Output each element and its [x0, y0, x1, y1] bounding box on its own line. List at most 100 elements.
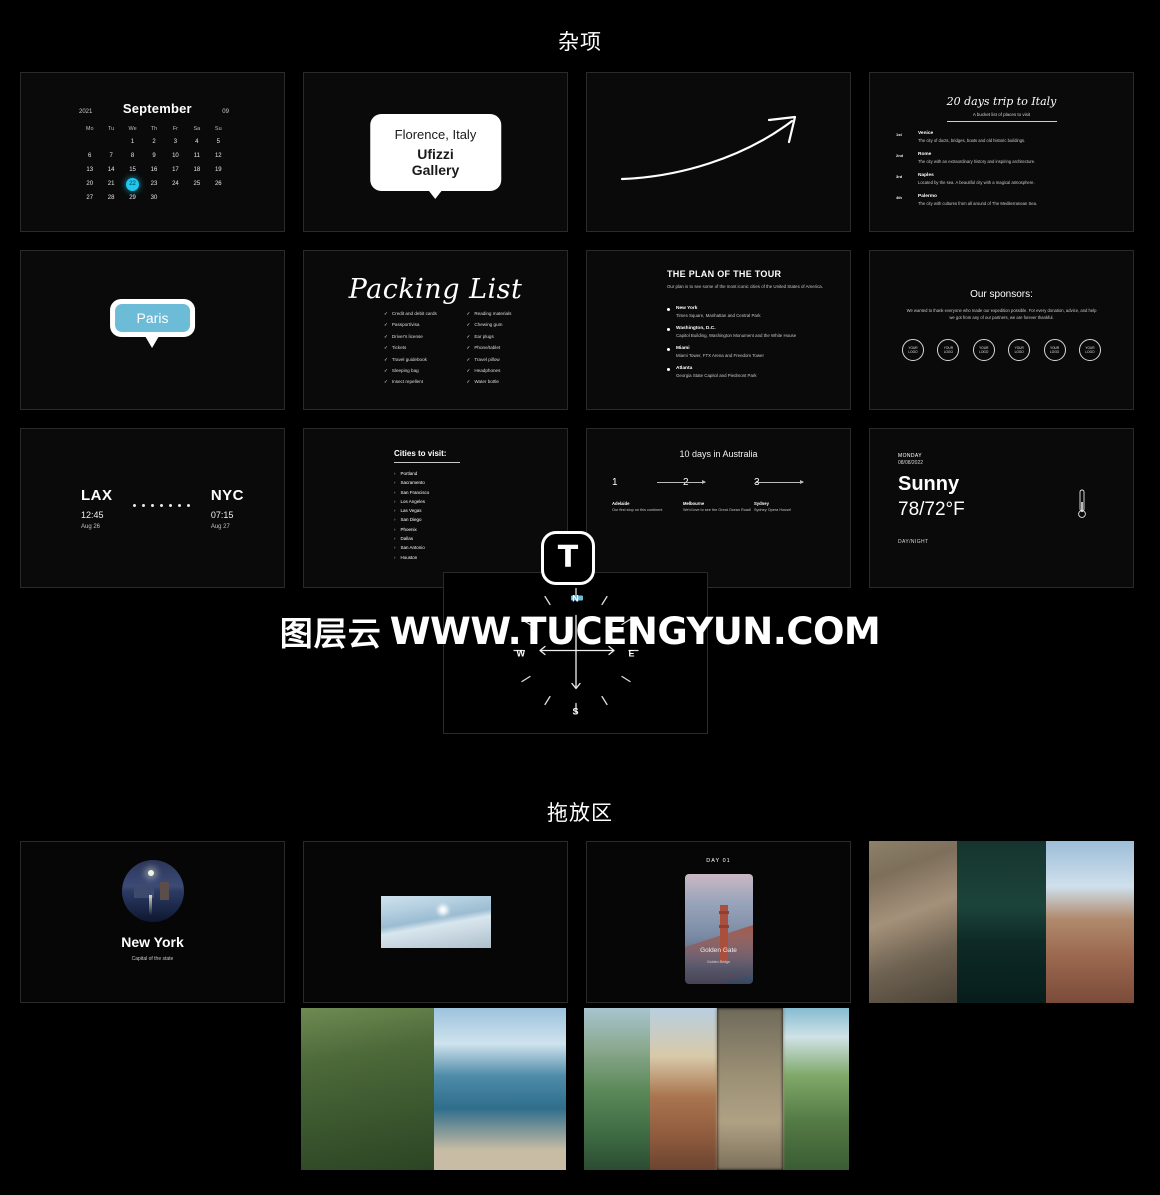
flight-path-dots — [133, 487, 191, 507]
calendar-day[interactable]: 15 — [122, 164, 143, 177]
italy-desc: Located by the sea. A beautiful city wit… — [918, 180, 1035, 185]
packing-item-label: Ear plugs — [474, 333, 494, 339]
tour-plan-city: Washington, D.C. — [676, 325, 716, 331]
packing-list-card[interactable]: Packing List ✓ Credit and debit cards ✓ Pas… — [303, 250, 568, 410]
calendar-day[interactable]: 21 — [100, 178, 121, 191]
calendar-day[interactable]: 1 — [122, 136, 143, 149]
watermark-cn-text: 图层云 — [279, 615, 382, 652]
calendar-day[interactable]: 28 — [100, 192, 121, 205]
bullet-icon: › — [394, 545, 396, 551]
sponsor-logo-label: LOGO — [1014, 350, 1024, 354]
cities-title: Cities to visit: — [394, 449, 447, 458]
calendar-day[interactable]: 29 — [122, 192, 143, 205]
italy-itinerary-card[interactable]: 20 days trip to Italy A bucket list of p… — [869, 72, 1134, 232]
calendar-card[interactable]: 2021 September 09 Mo Tu We Th Fr Sa Su 1234567… — [20, 72, 285, 232]
calendar-day[interactable]: 7 — [100, 150, 121, 163]
dropzone-ice-thumbnail-card[interactable] — [303, 841, 568, 1003]
sponsor-logo[interactable]: YOUR LOGO — [1043, 339, 1066, 361]
sponsors-card[interactable]: Our sponsors: We wanted to thank everyon… — [869, 250, 1134, 410]
calendar-day[interactable]: 13 — [79, 164, 100, 177]
arrow-card[interactable] — [586, 72, 851, 232]
australia-itinerary-card[interactable]: 10 days in Australia 1 Adelaide Our first … — [586, 428, 851, 588]
calendar-day[interactable]: 22 — [126, 178, 140, 191]
city-list-item[interactable]: › Portland — [394, 471, 460, 476]
sponsor-logo[interactable]: YOUR LOGO — [972, 339, 995, 361]
winding-road-image — [869, 841, 958, 1003]
thermometer-icon — [1077, 489, 1087, 524]
italy-title: 20 days trip to Italy — [946, 95, 1057, 108]
sponsor-logo[interactable]: YOUR LOGO — [902, 339, 924, 361]
calendar-day[interactable]: 23 — [143, 178, 164, 191]
calendar-day[interactable]: 5 — [208, 136, 229, 149]
calendar-day[interactable]: 20 — [79, 178, 100, 191]
tour-plan-card[interactable]: THE PLAN OF THE TOUR Our plan is to see … — [586, 250, 851, 410]
italy-entry: Palermo The city with cultures from all a… — [918, 194, 1037, 206]
packing-item[interactable]: ✓ Driver's license — [384, 334, 447, 340]
city-list-item[interactable]: › San Diego — [394, 517, 460, 522]
location-tooltip-card[interactable]: Florence, Italy Ufizzi Gallery — [303, 72, 568, 232]
calendar-day[interactable]: 27 — [79, 192, 100, 205]
calendar-day[interactable]: 6 — [79, 150, 100, 163]
packing-item[interactable]: ✓ Reading materials — [467, 311, 530, 317]
packing-item[interactable]: ✓ Ear plugs — [467, 334, 530, 340]
paris-chip-card[interactable]: Paris — [20, 250, 285, 410]
check-icon: ✓ — [466, 367, 471, 373]
city-list-item[interactable]: › Las Vegas — [394, 508, 460, 513]
calendar-day[interactable]: 11 — [186, 150, 207, 163]
packing-item[interactable]: ✓ Sleeping bag — [384, 368, 447, 374]
calendar-day[interactable]: 14 — [100, 164, 121, 177]
packing-item[interactable]: ✓ Headphones — [467, 368, 530, 374]
sponsor-logo[interactable]: YOUR LOGO — [1008, 339, 1031, 361]
city-list-item[interactable]: › San Francisco — [394, 490, 460, 495]
sponsor-logo[interactable]: YOUR LOGO — [937, 339, 960, 361]
calendar-day[interactable]: 3 — [165, 136, 186, 149]
city-label: San Antonio — [400, 545, 425, 551]
city-list-item[interactable]: › Dallas — [394, 536, 460, 541]
packing-item[interactable]: ✓ Travel guidebook — [384, 357, 447, 363]
weather-card[interactable]: MONDAY 08/08/2022 Sunny 78/72°F DAY/NIGH… — [869, 428, 1134, 588]
calendar-day[interactable]: 26 — [208, 178, 229, 191]
calendar-day[interactable]: 25 — [186, 178, 207, 191]
calendar-day[interactable]: 30 — [143, 192, 164, 205]
dropzone-new-york-card[interactable]: New York Capital of the state — [20, 841, 285, 1003]
packing-item[interactable]: ✓ Travel pillow — [467, 357, 530, 363]
calendar-day[interactable]: 12 — [208, 150, 229, 163]
calendar-day[interactable]: 24 — [165, 178, 186, 191]
cities-to-visit-card[interactable]: Cities to visit: › Portland › Sacramento › Sa… — [303, 428, 568, 588]
packing-item[interactable]: ✓ Credit and debit cards — [384, 311, 447, 317]
calendar-day[interactable]: 16 — [143, 164, 164, 177]
calendar-day-grid[interactable]: 1 2 3 4 5 6 7 8 9 10 11 12 13 14 15 16 17 18 19 20 21 22 23 24 2… — [79, 136, 229, 205]
calendar-day[interactable]: 17 — [165, 164, 186, 177]
calendar-day[interactable]: 4 — [186, 136, 207, 149]
compass-card[interactable]: N S W E — [443, 572, 708, 734]
packing-item[interactable]: ✓ Phone/tablet — [467, 345, 530, 351]
bullet-icon: › — [394, 508, 396, 514]
packing-item[interactable]: ✓ Water bottle — [467, 379, 530, 385]
calendar-day[interactable]: 9 — [143, 150, 164, 163]
compass-north-label: N — [572, 593, 579, 604]
dropzone-image-strip-b[interactable] — [301, 1008, 566, 1170]
paris-tooltip[interactable]: Paris — [109, 299, 196, 348]
dropzone-golden-gate-card[interactable]: DAY 01 Golden Gate Golden Bridge — [586, 841, 851, 1003]
sponsor-logo[interactable]: YOUR LOGO — [1078, 339, 1101, 361]
calendar-day[interactable]: 18 — [186, 164, 207, 177]
calendar-day[interactable]: 2 — [143, 136, 164, 149]
city-list-item[interactable]: › San Antonio — [394, 545, 460, 550]
dropzone-image-strip-c[interactable] — [584, 1008, 849, 1170]
city-list-item[interactable]: › Sacramento — [394, 480, 460, 485]
calendar-month: September — [122, 101, 192, 116]
calendar-day[interactable]: 8 — [122, 150, 143, 163]
tooltip-bubble[interactable]: Florence, Italy Ufizzi Gallery — [369, 114, 502, 199]
packing-item[interactable]: ✓ Passport/visa — [384, 322, 447, 328]
city-list-item[interactable]: › Houston — [394, 555, 460, 560]
tour-plan-row: Miami Miami Tower, FTX Arena and Freedom … — [667, 346, 832, 358]
calendar-day[interactable]: 19 — [208, 164, 229, 177]
packing-item[interactable]: ✓ Chewing gum — [467, 322, 530, 328]
calendar-day[interactable]: 10 — [165, 150, 186, 163]
dropzone-image-strip-a[interactable] — [869, 841, 1134, 1003]
flight-card[interactable]: LAX 12:45 Aug 26 NYC 07:15 Aug 27 — [20, 428, 285, 588]
city-list-item[interactable]: › Phoenix — [394, 527, 460, 532]
city-list-item[interactable]: › Los Angeles — [394, 499, 460, 504]
packing-item[interactable]: ✓ Insect repellent — [384, 379, 447, 385]
packing-item[interactable]: ✓ Tickets — [384, 345, 447, 351]
